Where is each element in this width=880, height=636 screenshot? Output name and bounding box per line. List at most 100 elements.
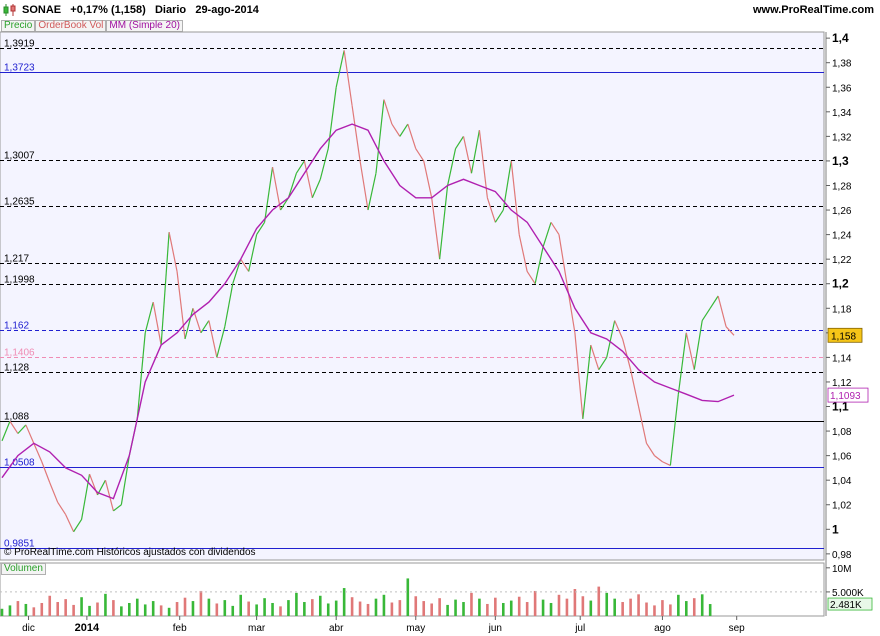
- volume-bar-25: [199, 590, 203, 616]
- x-tick-label-3: mar: [248, 623, 266, 634]
- volume-bar-74: [589, 600, 593, 616]
- volume-area: [0, 562, 825, 617]
- y-tick-label-0: 1,4: [832, 31, 849, 45]
- volume-bar-36: [287, 600, 290, 616]
- y-tick-label-2: 1,36: [832, 83, 852, 94]
- level-label-4: 1,217: [4, 254, 29, 265]
- y-tick-label-14: 1,12: [832, 378, 852, 389]
- volume-bar-65: [517, 596, 521, 616]
- volume-bar-78: [621, 602, 624, 616]
- y-tick-label-11: 1,18: [832, 304, 852, 315]
- level-label-7: 1,1406: [4, 348, 35, 359]
- volume-bar-14: [112, 600, 115, 616]
- y-tick-label-5: 1,3: [832, 154, 849, 168]
- volume-tick-label-0: 10M: [832, 564, 851, 575]
- volume-bar-19: [151, 601, 155, 616]
- volume-bar-7: [56, 602, 59, 616]
- volume-bar-70: [557, 594, 561, 616]
- volume-bar-76: [605, 592, 609, 616]
- volume-bar-45: [358, 601, 362, 616]
- volume-bar-79: [629, 598, 632, 616]
- y-tick-label-7: 1,26: [832, 206, 852, 217]
- volume-bar-51: [406, 578, 410, 616]
- y-tick-label-3: 1,34: [832, 108, 852, 119]
- volume-bar-82: [653, 605, 656, 616]
- level-label-9: 1,088: [4, 412, 29, 423]
- volume-bar-72: [573, 589, 577, 616]
- volume-bar-29: [231, 605, 235, 616]
- y-tick-label-1: 1,38: [832, 59, 852, 70]
- level-label-1: 1,3723: [4, 63, 35, 74]
- x-tick-label-8: ago: [654, 623, 671, 634]
- volume-bar-11: [88, 605, 91, 616]
- volume-bar-69: [549, 602, 553, 616]
- volume-bar-16: [128, 602, 131, 616]
- y-tick-label-16: 1,08: [832, 427, 852, 438]
- volume-bar-3: [24, 603, 28, 616]
- volume-bar-67: [533, 590, 537, 616]
- volume-bar-84: [669, 604, 672, 616]
- volume-bar-8: [64, 599, 67, 616]
- volume-bar-21: [167, 607, 171, 616]
- volume-bar-57: [454, 599, 457, 616]
- y-tick-label-18: 1,04: [832, 476, 852, 487]
- volume-bar-32: [255, 604, 258, 616]
- copyright-note: © ProRealTime.com Históricos ajustados c…: [4, 547, 256, 558]
- volume-bar-47: [374, 598, 378, 616]
- y-tick-label-6: 1,28: [832, 181, 852, 192]
- x-tick-label-4: abr: [329, 623, 344, 634]
- volume-bar-34: [271, 602, 274, 616]
- price-chart[interactable]: 1,3919 1,3723 1,3007 1,2635 1,217 1,1998 1,162…: [0, 0, 880, 636]
- volume-bar-83: [661, 600, 664, 616]
- level-label-6: 1,162: [4, 321, 29, 332]
- volume-bar-41: [326, 603, 330, 616]
- volume-bar-88: [700, 594, 704, 616]
- volume-bar-89: [708, 604, 712, 616]
- legend-volume[interactable]: Volumen: [1, 563, 46, 575]
- volume-bar-12: [96, 602, 99, 616]
- volume-bar-75: [597, 586, 601, 616]
- volume-bar-49: [390, 602, 394, 616]
- volume-bar-30: [239, 594, 243, 616]
- volume-bar-10: [80, 597, 83, 616]
- volume-bar-77: [613, 598, 616, 616]
- volume-bar-18: [143, 604, 147, 616]
- volume-bar-54: [430, 603, 433, 616]
- volume-bar-53: [422, 601, 426, 616]
- y-tick-label-10: 1,2: [832, 277, 849, 291]
- y-tick-label-13: 1,14: [832, 353, 852, 364]
- volume-bar-52: [414, 596, 418, 616]
- volume-bar-35: [279, 606, 282, 616]
- volume-bar-22: [175, 602, 179, 616]
- volume-bar-0: [0, 608, 4, 616]
- volume-bar-50: [398, 600, 402, 616]
- x-tick-label-0: dic: [22, 623, 35, 634]
- last-price-label: 1,158: [831, 331, 856, 342]
- x-tick-label-2: feb: [173, 623, 187, 634]
- volume-bar-42: [334, 600, 338, 616]
- volume-bar-62: [494, 597, 497, 616]
- volume-bar-39: [311, 599, 314, 616]
- y-tick-label-9: 1,22: [832, 255, 852, 266]
- volume-bar-44: [350, 597, 354, 616]
- level-label-5: 1,1998: [4, 275, 35, 286]
- volume-bar-48: [382, 594, 386, 616]
- volume-bar-5: [40, 602, 44, 616]
- volume-bar-63: [501, 602, 505, 616]
- volume-bar-85: [677, 594, 680, 616]
- level-label-0: 1,3919: [4, 39, 35, 50]
- volume-bar-27: [215, 603, 219, 616]
- volume-bar-1: [8, 605, 12, 616]
- x-tick-label-7: jul: [574, 623, 585, 634]
- level-label-10: 1,0508: [4, 458, 35, 469]
- level-label-2: 1,3007: [4, 151, 35, 162]
- volume-bar-33: [263, 598, 266, 616]
- volume-bar-9: [72, 604, 75, 616]
- volume-bar-46: [366, 603, 370, 616]
- volume-bar-2: [16, 601, 20, 616]
- volume-bar-24: [191, 601, 195, 616]
- volume-bar-56: [446, 604, 449, 616]
- plot-area: [0, 31, 825, 561]
- volume-bar-58: [462, 602, 465, 616]
- volume-bar-6: [48, 595, 52, 616]
